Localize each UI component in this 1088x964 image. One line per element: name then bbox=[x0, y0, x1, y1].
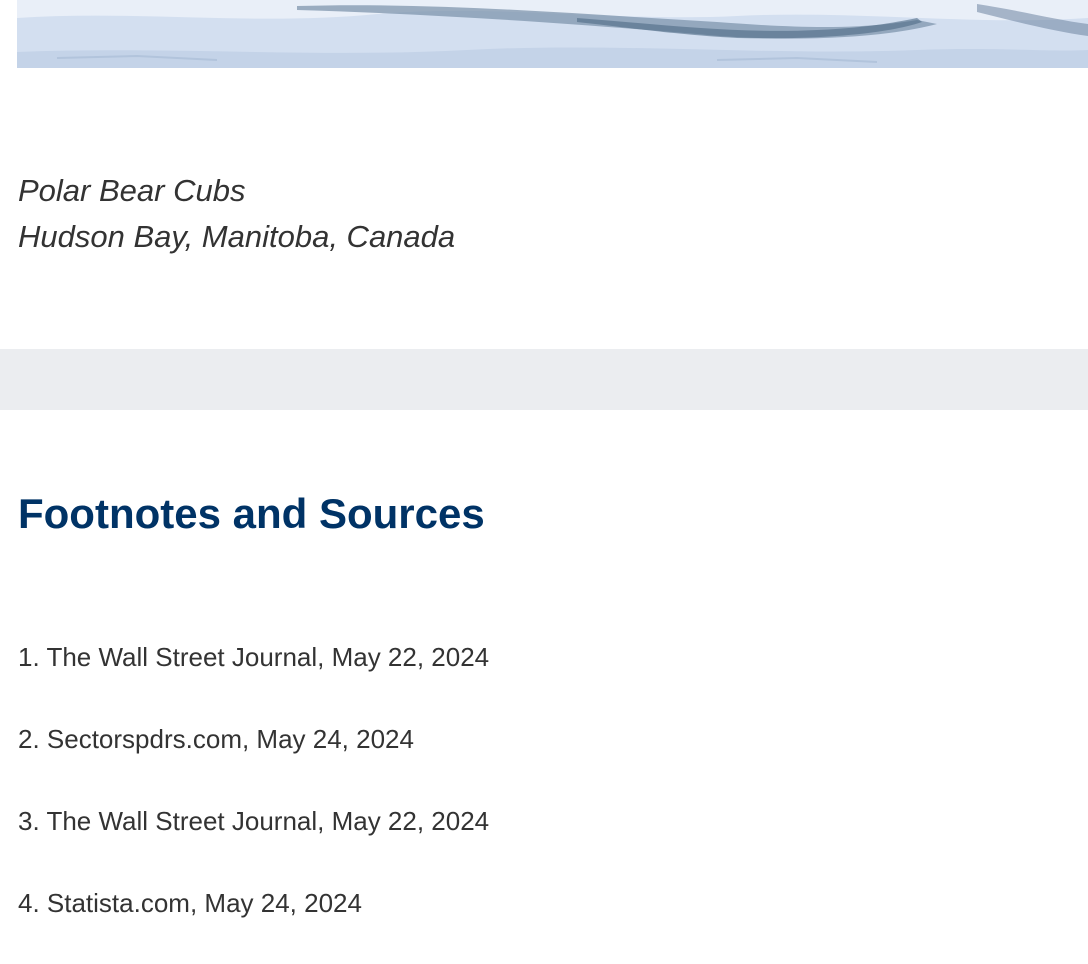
photo-caption: Polar Bear Cubs Hudson Bay, Manitoba, Ca… bbox=[18, 168, 455, 260]
footnote-item: 4. Statista.com, May 24, 2024 bbox=[18, 888, 362, 918]
footnote-item: 2. Sectorspdrs.com, May 24, 2024 bbox=[18, 724, 414, 754]
caption-title: Polar Bear Cubs bbox=[18, 173, 246, 208]
footnotes-heading: Footnotes and Sources bbox=[18, 490, 485, 537]
footnote-item: 3. The Wall Street Journal, May 22, 2024 bbox=[18, 806, 490, 836]
polar-bear-photo bbox=[17, 0, 1088, 68]
page: Polar Bear Cubs Hudson Bay, Manitoba, Ca… bbox=[0, 0, 1088, 964]
caption-location: Hudson Bay, Manitoba, Canada bbox=[18, 219, 456, 254]
footnotes-list: 1. The Wall Street Journal, May 22, 2024… bbox=[18, 640, 489, 964]
section-divider-band bbox=[0, 349, 1088, 410]
ice-landscape-image bbox=[17, 0, 1088, 68]
footnote-item: 1. The Wall Street Journal, May 22, 2024 bbox=[18, 642, 490, 672]
